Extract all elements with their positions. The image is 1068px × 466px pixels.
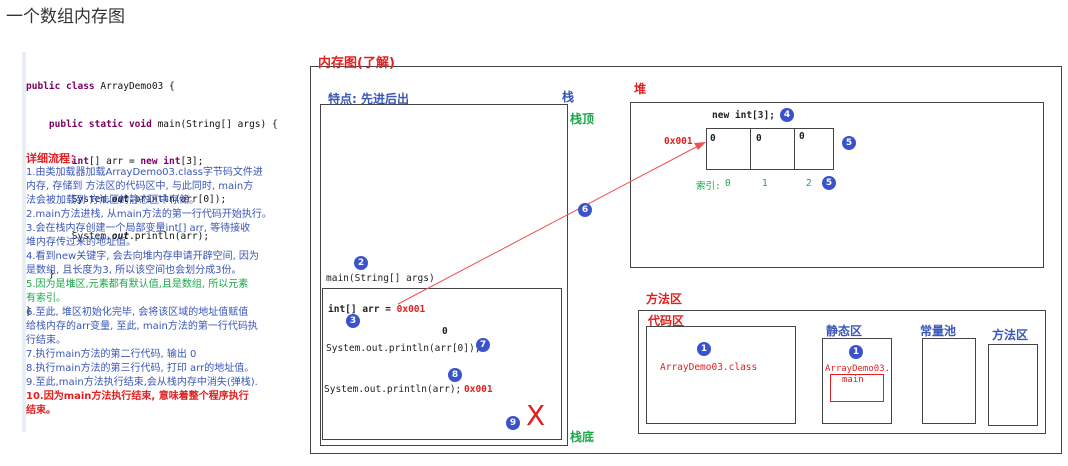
step-badge-8: 8 [448, 368, 462, 382]
step-badge-7: 7 [476, 338, 490, 352]
step-badge-3: 3 [346, 314, 360, 328]
step-badge-1: 1 [849, 345, 863, 359]
step-badge-6: 6 [578, 203, 592, 217]
reference-arrow-head [694, 142, 706, 150]
step-badge-5: 5 [842, 136, 856, 150]
reference-arrow-line [397, 144, 701, 305]
reference-arrow-layer [397, 142, 706, 305]
step-badge-9: 9 [506, 416, 520, 430]
step-badge-1: 1 [697, 342, 711, 356]
step-badge-5: 5 [822, 176, 836, 190]
step-badge-2: 2 [354, 256, 368, 270]
step-badge-4: 4 [780, 108, 794, 122]
